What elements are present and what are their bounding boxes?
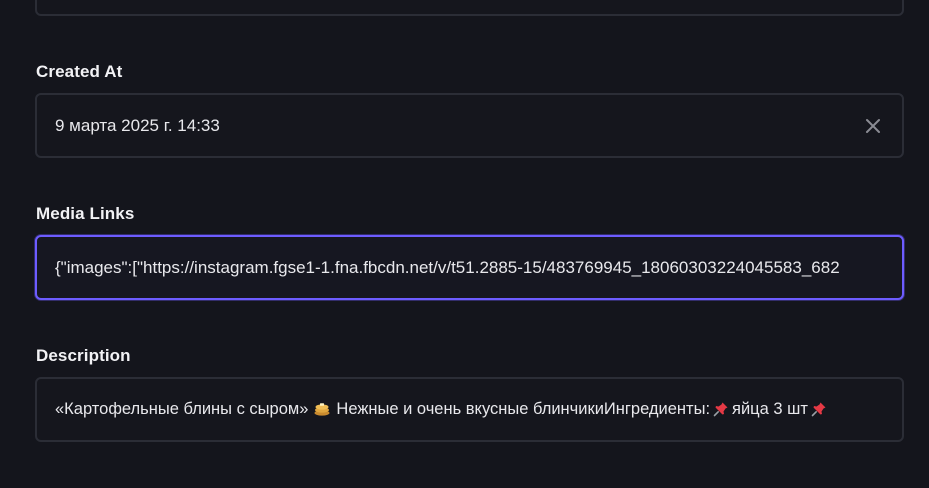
previous-field[interactable]	[35, 0, 904, 16]
created-at-value: 9 марта 2025 г. 14:33	[55, 115, 220, 135]
pancakes-emoji	[314, 403, 330, 416]
description-text-part2: Нежные и очень вкусные блинчикиИнгредиен…	[336, 400, 711, 418]
description-value: «Картофельные блины с сыром» Нежные и оч…	[55, 400, 902, 419]
close-icon	[866, 118, 880, 133]
created-at-field[interactable]: 9 марта 2025 г. 14:33	[35, 93, 904, 158]
pushpin-emoji	[811, 402, 826, 417]
media-links-value: {"images":["https://instagram.fgse1-1.fn…	[55, 257, 840, 277]
description-label: Description	[36, 346, 131, 365]
description-text-part1: «Картофельные блины с сыром»	[55, 400, 309, 418]
media-links-input[interactable]: {"images":["https://instagram.fgse1-1.fn…	[35, 235, 904, 300]
pushpin-emoji	[713, 402, 728, 417]
description-text-part3: яйца 3 шт	[732, 400, 808, 418]
media-links-label: Media Links	[36, 204, 135, 223]
created-at-label: Created At	[36, 62, 123, 81]
clear-date-button[interactable]	[864, 117, 882, 135]
description-field[interactable]: «Картофельные блины с сыром» Нежные и оч…	[35, 377, 904, 442]
